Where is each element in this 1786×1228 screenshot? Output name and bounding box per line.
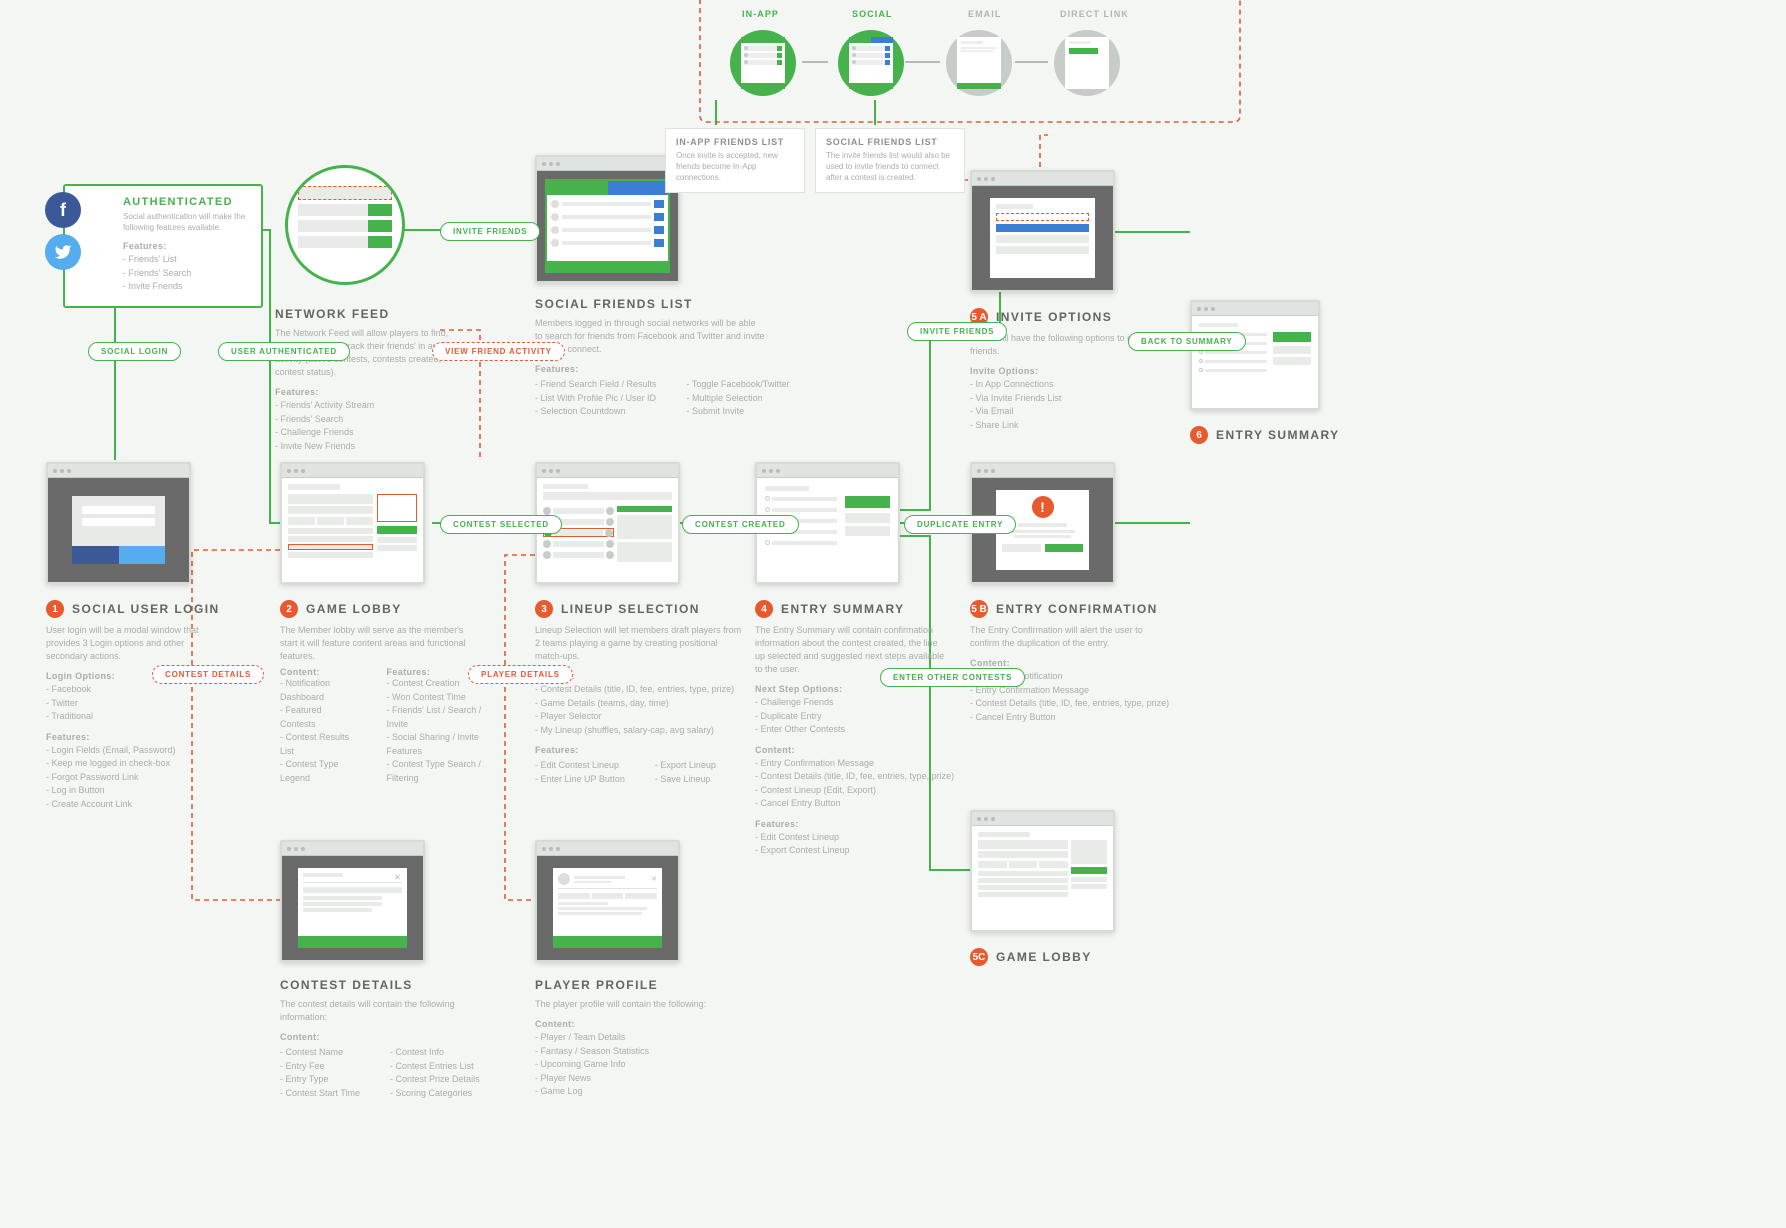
cd-title: CONTEST DETAILS [280,978,413,992]
s4-listA: Challenge FriendsDuplicate EntryEnter Ot… [755,696,965,737]
game-lobby-node: 2 GAME LOBBY The Member lobby will serve … [280,462,490,785]
step-2-num: 2 [280,600,298,618]
step-6-num: 6 [1190,426,1208,444]
invite-channels-strip: IN-APP SOCIAL EMAIL DIRECT LINK [700,0,1240,235]
cd-labelA: Content: [280,1032,490,1042]
pill-contest-created: CONTEST CREATED [682,515,799,534]
step-1-desc: User login will be a modal window that p… [46,624,226,663]
pill-contest-selected: CONTEST SELECTED [440,515,562,534]
top-label-email: EMAIL [968,9,1001,19]
cd-listB: Contest InfoContest Entries ListContest … [390,1046,480,1100]
s5a-labelA: Invite Options: [970,366,1160,376]
network-feed-node: NETWORK FEED The Network Feed will allow… [275,165,465,453]
s3-listC: Export LineupSave Lineup [655,759,716,786]
thumb-direct [1054,30,1120,96]
nf-list: Friends' Activity StreamFriends' SearchC… [275,399,465,453]
step-3-num: 3 [535,600,553,618]
step-4-title: ENTRY SUMMARY [781,602,905,616]
pill-back-to-summary: BACK TO SUMMARY [1128,332,1246,351]
step-6-title: ENTRY SUMMARY [1216,428,1340,442]
s1-listB: Login Fields (Email, Password)Keep me lo… [46,744,226,812]
pill-invite-friends: INVITE FRIENDS [440,222,540,241]
lineup-selection-node: 3 LINEUP SELECTION Lineup Selection will … [535,462,745,786]
pill-user-authenticated: USER AUTHENTICATED [218,342,350,361]
step-1-num: 1 [46,600,64,618]
pill-duplicate-entry: DUPLICATE ENTRY [904,515,1016,534]
contest-details-node: ✕ CONTEST DETAILS The contest details wi… [280,840,490,1100]
pill-player-details: PLAYER DETAILS [468,665,573,684]
s4-labelB: Content: [755,745,965,755]
facebook-icon: f [45,192,81,228]
s3-listB: Edit Contest LineupEnter Line UP Button [535,759,625,786]
pp-desc: The player profile will contain the foll… [535,998,725,1011]
s1-listA: FacebookTwitterTraditional [46,683,226,724]
step-5-desc: The Entry Confirmation will alert the us… [970,624,1160,650]
s4-listC: Edit Contest LineupExport Contest Lineup [755,831,965,858]
pill-social-login: SOCIAL LOGIN [88,342,181,361]
nf-title: NETWORK FEED [275,307,390,321]
thumb-email [946,30,1012,96]
player-profile-node: ✕ PLAYER PROFILE The player profile will… [535,840,735,1099]
sfl-listA: Friend Search Field / ResultsList With P… [535,378,657,419]
step-4-num: 4 [755,600,773,618]
pill-contest-details: CONTEST DETAILS [152,665,264,684]
sfl-labelA: Features: [535,364,795,374]
s4-listB: Entry Confirmation MessageContest Detail… [755,757,965,811]
auth-features-label: Features: [123,241,249,251]
step-2-title: GAME LOBBY [306,602,402,616]
s4-labelC: Features: [755,819,965,829]
step-2-desc: The Member lobby will serve as the membe… [280,624,470,663]
pill-invite-friends-2: INVITE FRIENDS [907,322,1007,341]
entry-summary-6-node: 6 ENTRY SUMMARY [1190,300,1360,444]
step-3-desc: Lineup Selection will let members draft … [535,624,745,663]
step-5a-title: INVITE OPTIONS [996,310,1112,324]
s5a-listA: In App ConnectionsVia Invite Friends Lis… [970,378,1160,432]
cd-desc: The contest details will contain the fol… [280,998,470,1024]
pill-enter-other-contests: ENTER OTHER CONTESTS [880,668,1025,687]
sfl-title: SOCIAL FRIENDS LIST [535,297,693,311]
step-5c-num: 5c [970,948,988,966]
cd-listA: Contest NameEntry FeeEntry TypeContest S… [280,1046,360,1100]
nf-label: Features: [275,387,465,397]
game-lobby-5c-node: 5c GAME LOBBY [970,810,1160,966]
pp-labelA: Content: [535,1019,735,1029]
s3-listA: Contest Details (title, ID, fee, entries… [535,683,745,737]
social-user-login-node: 1 SOCIAL USER LOGIN User login will be a … [46,462,226,811]
sfl-listB: Toggle Facebook/TwitterMultiple Selectio… [687,378,790,419]
twitter-icon [45,234,81,270]
s2-labelA: Content: [280,667,357,677]
top-label-direct: DIRECT LINK [1060,9,1129,19]
top-label-social: SOCIAL [852,9,892,19]
s2-listB: Contest CreationWon Contest TimeFriends'… [387,677,490,785]
thumb-social [838,30,904,96]
pp-listA: Player / Team DetailsFantasy / Season St… [535,1031,735,1099]
s5-labelA: Content: [970,658,1170,668]
s1-labelB: Features: [46,732,226,742]
pill-view-friend-activity: VIEW FRIEND ACTIVITY [432,342,565,361]
s2-listA: Notification DashboardFeatured ContestsC… [280,677,357,785]
step-5-num: 5 b [970,600,988,618]
step-3-title: LINEUP SELECTION [561,602,700,616]
step-5c-title: GAME LOBBY [996,950,1092,964]
auth-subtitle: Social authentication will make the foll… [123,211,249,233]
pp-title: PLAYER PROFILE [535,978,658,992]
sfl-desc: Members logged in through social network… [535,317,765,356]
s3-labelB: Features: [535,745,745,755]
thumb-inapp [730,30,796,96]
authenticated-card: f AUTHENTICATED Social authentication wi… [63,184,263,308]
step-1-title: SOCIAL USER LOGIN [72,602,220,616]
step-5-title: ENTRY CONFIRMATION [996,602,1158,616]
auth-features-list: Friends' ListFriends' SearchInvite Frien… [123,253,249,294]
top-label-inapp: IN-APP [742,9,779,19]
auth-title: AUTHENTICATED [123,196,249,208]
